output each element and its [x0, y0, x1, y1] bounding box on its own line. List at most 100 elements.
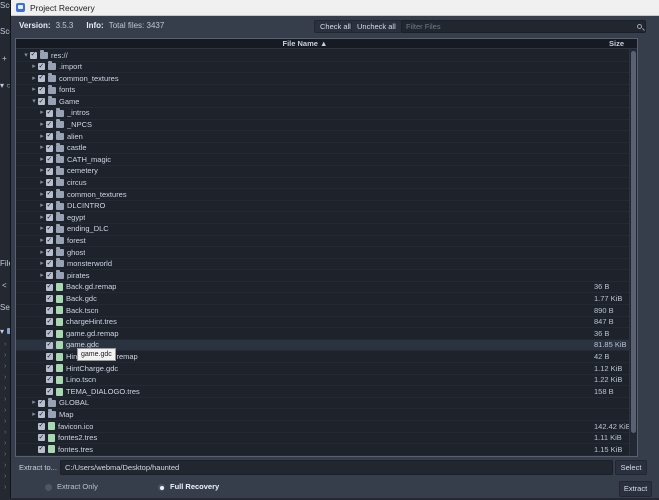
checkbox-checked[interactable]	[46, 365, 53, 372]
tree-row[interactable]: ▸CATH_magic	[16, 154, 629, 166]
tree-row[interactable]: Lino.tscn1.22 KiB	[16, 375, 629, 387]
twisty-icon[interactable]: ▾	[30, 96, 38, 108]
checkbox-checked[interactable]	[38, 446, 45, 453]
checkbox-checked[interactable]	[46, 226, 53, 233]
checkbox-checked[interactable]	[46, 376, 53, 383]
tree-row[interactable]: ▸cemetery	[16, 166, 629, 178]
checkbox-checked[interactable]	[46, 272, 53, 279]
tree-row[interactable]: Back.gdc1.77 KiB	[16, 293, 629, 305]
checkbox-checked[interactable]	[38, 423, 45, 430]
twisty-icon[interactable]: ▸	[38, 223, 46, 235]
tree-row[interactable]: favicon.ico142.42 KiB	[16, 421, 629, 433]
checkbox-checked[interactable]	[46, 330, 53, 337]
window-titlebar[interactable]: Project Recovery	[11, 0, 659, 16]
checkbox-checked[interactable]	[46, 249, 53, 256]
twisty-icon[interactable]: ▸	[38, 270, 46, 282]
uncheck-all-button[interactable]: Uncheck all	[351, 20, 402, 33]
checkbox-checked[interactable]	[38, 411, 45, 418]
tree-row[interactable]: TEMA_DIALOGO.tres158 B	[16, 386, 629, 398]
checkbox-checked[interactable]	[38, 63, 45, 70]
full-recovery-label[interactable]: Full Recovery	[170, 482, 219, 491]
tree-row[interactable]: game.gd.remap36 B	[16, 328, 629, 340]
tree-row[interactable]: ▸egypt	[16, 212, 629, 224]
checkbox-checked[interactable]	[38, 434, 45, 441]
twisty-icon[interactable]: ▸	[30, 409, 38, 421]
tree-row[interactable]: ▸Map	[16, 409, 629, 421]
checkbox-checked[interactable]	[30, 52, 37, 59]
checkbox-checked[interactable]	[46, 156, 53, 163]
twisty-icon[interactable]: ▸	[38, 154, 46, 166]
filter-files-input[interactable]: Filter Files	[401, 20, 646, 33]
checkbox-checked[interactable]	[38, 98, 45, 105]
twisty-icon[interactable]: ▸	[38, 200, 46, 212]
checkbox-checked[interactable]	[38, 400, 45, 407]
tree-row[interactable]: ▸monsterworld	[16, 259, 629, 271]
twisty-icon[interactable]: ▸	[38, 165, 46, 177]
checkbox-checked[interactable]	[46, 295, 53, 302]
tree-row[interactable]: ▸circus	[16, 178, 629, 190]
tree-row[interactable]: Back.gd.remap36 B	[16, 282, 629, 294]
checkbox-checked[interactable]	[46, 179, 53, 186]
checkbox-checked[interactable]	[46, 260, 53, 267]
tree-row[interactable]: ▸ghost	[16, 247, 629, 259]
tree-row[interactable]: ▸alien	[16, 131, 629, 143]
tree-row[interactable]: fontes2.tres1.11 KiB	[16, 433, 629, 445]
checkbox-checked[interactable]	[38, 87, 45, 94]
checkbox-checked[interactable]	[46, 342, 53, 349]
checkbox-checked[interactable]	[46, 203, 53, 210]
checkbox-checked[interactable]	[46, 237, 53, 244]
checkbox-checked[interactable]	[46, 121, 53, 128]
checkbox-checked[interactable]	[46, 388, 53, 395]
extract-button[interactable]: Extract	[619, 481, 652, 497]
tree-row[interactable]: Back.tscn890 B	[16, 305, 629, 317]
twisty-icon[interactable]: ▸	[38, 258, 46, 270]
twisty-icon[interactable]: ▸	[38, 235, 46, 247]
twisty-icon[interactable]: ▸	[38, 247, 46, 259]
tree-row[interactable]: fontes.tres1.15 KiB	[16, 444, 629, 456]
twisty-icon[interactable]: ▸	[38, 119, 46, 131]
twisty-icon[interactable]: ▸	[30, 73, 38, 85]
tree-row[interactable]: ▸pirates	[16, 270, 629, 282]
twisty-icon[interactable]: ▸	[30, 397, 38, 409]
checkbox-checked[interactable]	[46, 284, 53, 291]
checkbox-checked[interactable]	[46, 191, 53, 198]
tree-row[interactable]: ▸common_textures	[16, 73, 629, 85]
tree-row[interactable]: chargeHint.tres847 B	[16, 317, 629, 329]
checkbox-checked[interactable]	[46, 168, 53, 175]
twisty-icon[interactable]: ▸	[30, 61, 38, 73]
select-button[interactable]: Select	[615, 460, 647, 475]
tree-row[interactable]: ▸DLCINTRO	[16, 201, 629, 213]
checkbox-checked[interactable]	[38, 75, 45, 82]
twisty-icon[interactable]: ▸	[38, 131, 46, 143]
checkbox-checked[interactable]	[46, 110, 53, 117]
extract-only-label[interactable]: Extract Only	[57, 482, 98, 491]
checkbox-checked[interactable]	[46, 133, 53, 140]
tree-row[interactable]: ▸fonts	[16, 85, 629, 97]
scrollbar-thumb[interactable]	[631, 51, 636, 433]
tree-row[interactable]: ▸common_textures	[16, 189, 629, 201]
tree-row[interactable]: ▾res://	[16, 50, 629, 62]
twisty-icon[interactable]: ▸	[38, 107, 46, 119]
tree-row[interactable]: HintCharge.gdc1.12 KiB	[16, 363, 629, 375]
full-recovery-radio[interactable]	[158, 484, 165, 491]
tree-row[interactable]: ▸castle	[16, 143, 629, 155]
checkbox-checked[interactable]	[46, 145, 53, 152]
checkbox-checked[interactable]	[46, 353, 53, 360]
tree-row[interactable]: ▸_intros	[16, 108, 629, 120]
twisty-icon[interactable]: ▸	[38, 212, 46, 224]
column-file-name[interactable]: File Name ▲	[16, 39, 594, 49]
column-size[interactable]: Size	[594, 39, 638, 49]
twisty-icon[interactable]: ▾	[22, 50, 30, 61]
twisty-icon[interactable]: ▸	[30, 84, 38, 96]
extract-only-radio[interactable]	[45, 484, 52, 491]
twisty-icon[interactable]: ▸	[38, 142, 46, 154]
tree-row[interactable]: ▸.import	[16, 62, 629, 74]
tree-row[interactable]: ▸_NPCS	[16, 120, 629, 132]
checkbox-checked[interactable]	[46, 214, 53, 221]
tree-row[interactable]: ▸GLOBAL	[16, 398, 629, 410]
tree-row[interactable]: ▾Game	[16, 96, 629, 108]
checkbox-checked[interactable]	[46, 307, 53, 314]
extract-path-input[interactable]	[60, 460, 613, 475]
twisty-icon[interactable]: ▸	[38, 177, 46, 189]
twisty-icon[interactable]: ▸	[38, 189, 46, 201]
